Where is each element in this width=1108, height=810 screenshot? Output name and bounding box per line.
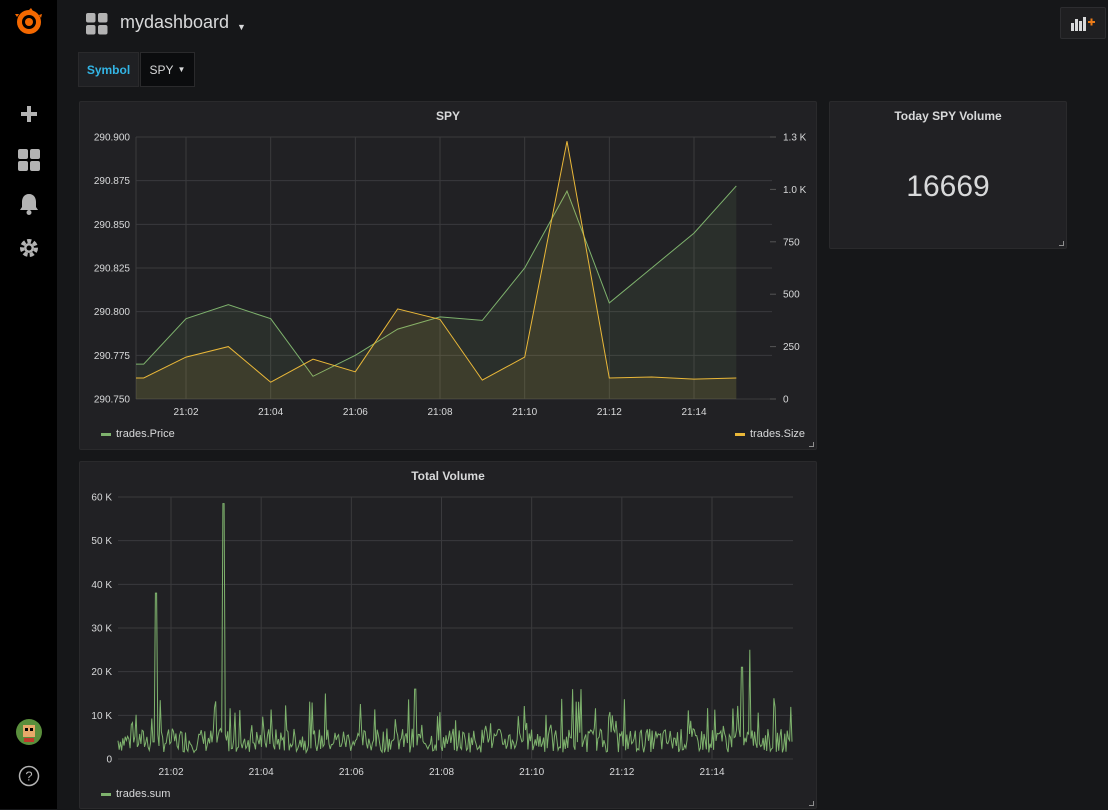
- panel-title[interactable]: Today SPY Volume: [830, 109, 1066, 123]
- sidebar: ?: [0, 0, 57, 809]
- x-tick-label: 21:12: [609, 767, 634, 778]
- y-left-tick-label: 290.775: [94, 351, 131, 362]
- plus-icon[interactable]: [14, 99, 44, 129]
- legend-item-size[interactable]: trades.Size: [735, 428, 805, 440]
- help-icon[interactable]: ?: [14, 761, 44, 791]
- y-right-tick-label: 250: [783, 342, 800, 353]
- legend-label: trades.sum: [116, 788, 171, 800]
- x-tick-label: 21:08: [429, 767, 454, 778]
- variable-label-symbol: Symbol: [78, 52, 139, 87]
- x-tick-label: 21:08: [427, 407, 452, 418]
- add-panel-button[interactable]: [1060, 7, 1106, 39]
- dashboard-grid-icon: [86, 13, 108, 35]
- user-avatar-icon[interactable]: [14, 717, 44, 747]
- x-tick-label: 21:12: [597, 407, 622, 418]
- spy-graph-panel: SPY 290.750 290.775 290.800 290.825 290.850 2…: [79, 101, 817, 450]
- grafana-logo-icon[interactable]: [14, 7, 44, 37]
- y-tick-label: 50 K: [91, 536, 112, 547]
- x-tick-label: 21:02: [158, 767, 183, 778]
- stat-value: 16669: [906, 170, 990, 203]
- y-tick-label: 40 K: [91, 580, 112, 591]
- total-volume-graph-panel: Total Volume 0 10 K 20 K 30 K 40 K 50 K 60 K 21…: [79, 461, 817, 809]
- x-tick-label: 21:02: [173, 407, 198, 418]
- x-tick-label: 21:04: [258, 407, 283, 418]
- y-tick-label: 20 K: [91, 667, 112, 678]
- chevron-down-icon[interactable]: ▼: [237, 22, 246, 32]
- legend-label: trades.Size: [750, 428, 806, 440]
- y-tick-label: 60 K: [91, 493, 112, 504]
- y-right-tick-label: 0: [783, 395, 789, 406]
- legend-item-price[interactable]: trades.Price: [101, 428, 175, 440]
- chevron-down-icon: ▼: [177, 65, 186, 74]
- y-right-tick-label: 1.0 K: [783, 185, 807, 196]
- x-tick-label: 21:14: [681, 407, 706, 418]
- legend-swatch: [101, 432, 111, 436]
- symbol-variable-value: SPY: [149, 62, 174, 77]
- volume-chart: 0 10 K 20 K 30 K 40 K 50 K 60 K 21:02 21:04 21:06…: [91, 493, 793, 778]
- x-tick-label: 21:06: [343, 407, 368, 418]
- today-volume-stat-panel: Today SPY Volume 16669: [829, 101, 1067, 249]
- x-tick-label: 21:10: [519, 767, 544, 778]
- x-tick-label: 21:06: [339, 767, 364, 778]
- y-right-tick-label: 750: [783, 237, 800, 248]
- add-panel-icon: [1071, 17, 1095, 31]
- x-tick-label: 21:14: [699, 767, 724, 778]
- spy-chart: 290.750 290.775 290.800 290.825 290.850 290.8…: [94, 133, 807, 419]
- dashboards-icon[interactable]: [14, 145, 44, 175]
- legend-item-sum[interactable]: trades.sum: [101, 788, 170, 800]
- y-left-tick-label: 290.825: [94, 264, 131, 275]
- y-tick-label: 0: [106, 755, 112, 766]
- top-navbar: mydashboard ▼: [57, 0, 1108, 48]
- panel-resize-handle[interactable]: [809, 801, 814, 806]
- svg-text:?: ?: [25, 769, 32, 784]
- legend-swatch: [101, 792, 111, 796]
- y-right-tick-label: 1.3 K: [783, 133, 807, 144]
- gear-icon[interactable]: [14, 233, 44, 263]
- x-tick-label: 21:10: [512, 407, 537, 418]
- symbol-variable-select[interactable]: SPY ▼: [140, 52, 195, 87]
- y-tick-label: 30 K: [91, 624, 112, 635]
- y-left-tick-label: 290.850: [94, 220, 131, 231]
- legend-swatch: [735, 432, 745, 436]
- main-area: mydashboard ▼ Symbol SPY ▼ SPY 290.750 29…: [57, 0, 1108, 809]
- y-right-tick-label: 500: [783, 290, 800, 301]
- y-left-tick-label: 290.875: [94, 176, 131, 187]
- dashboard-title[interactable]: mydashboard: [120, 12, 229, 33]
- y-left-tick-label: 290.900: [94, 133, 131, 144]
- bell-icon[interactable]: [14, 189, 44, 219]
- legend-label: trades.Price: [116, 428, 175, 440]
- y-left-tick-label: 290.750: [94, 395, 131, 406]
- panel-resize-handle[interactable]: [1059, 241, 1064, 246]
- y-left-tick-label: 290.800: [94, 307, 131, 318]
- panel-resize-handle[interactable]: [809, 442, 814, 447]
- x-tick-label: 21:04: [249, 767, 274, 778]
- y-tick-label: 10 K: [91, 711, 112, 722]
